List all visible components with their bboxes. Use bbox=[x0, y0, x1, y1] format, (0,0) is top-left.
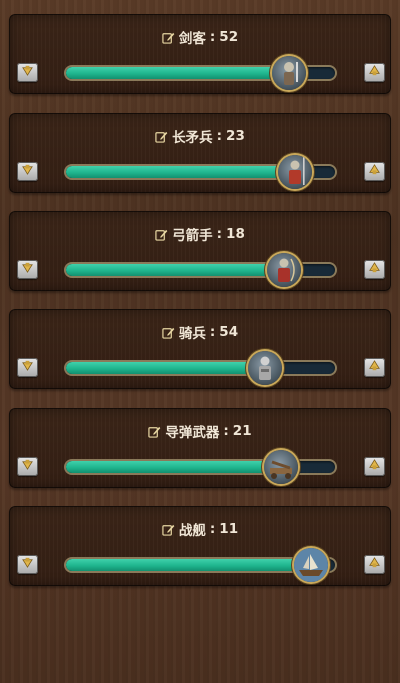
unit-slider-fill bbox=[66, 67, 290, 79]
unit-title: 骑兵:54 bbox=[9, 322, 391, 342]
unit-card: 战舰:11 bbox=[9, 506, 391, 586]
arrow-down-icon bbox=[20, 162, 35, 181]
unit-name: 骑兵 bbox=[178, 326, 206, 342]
decrease-button[interactable] bbox=[17, 555, 38, 574]
unit-title: 战舰:11 bbox=[9, 519, 391, 539]
unit-count: 54 bbox=[219, 324, 239, 340]
unit-name: 导弹武器 bbox=[165, 425, 220, 441]
unit-count: 52 bbox=[219, 29, 239, 45]
increase-button[interactable] bbox=[364, 457, 385, 476]
increase-button[interactable] bbox=[364, 260, 385, 279]
unit-title: 弓箭手:18 bbox=[9, 224, 391, 244]
unit-card: 骑兵:54 bbox=[9, 309, 391, 389]
decrease-button[interactable] bbox=[17, 260, 38, 279]
unit-separator: : bbox=[209, 324, 216, 340]
increase-button[interactable] bbox=[364, 63, 385, 82]
unit-count: 18 bbox=[226, 226, 245, 242]
edit-icon[interactable] bbox=[155, 130, 168, 143]
unit-title: 剑客:52 bbox=[9, 27, 391, 47]
unit-separator: : bbox=[209, 521, 216, 537]
arrow-up-icon bbox=[367, 162, 382, 181]
unit-slider-fill bbox=[66, 362, 266, 374]
unit-slider-fill bbox=[66, 264, 284, 276]
edit-icon[interactable] bbox=[162, 523, 175, 536]
decrease-button[interactable] bbox=[17, 457, 38, 476]
swordsman-icon[interactable] bbox=[272, 56, 307, 90]
arrow-down-icon bbox=[20, 63, 35, 82]
unit-card: 导弹武器:21 bbox=[9, 408, 391, 488]
increase-button[interactable] bbox=[364, 358, 385, 377]
arrow-down-icon bbox=[20, 358, 35, 377]
unit-count: 23 bbox=[226, 128, 245, 144]
unit-slider-track[interactable] bbox=[66, 362, 335, 374]
arrow-up-icon bbox=[367, 63, 382, 82]
cavalry-icon[interactable] bbox=[248, 351, 283, 385]
edit-icon[interactable] bbox=[148, 425, 161, 438]
edit-icon[interactable] bbox=[162, 31, 175, 44]
unit-title: 长矛兵:23 bbox=[9, 126, 391, 146]
unit-count: 21 bbox=[232, 423, 252, 439]
unit-name: 弓箭手 bbox=[172, 228, 213, 244]
unit-card: 长矛兵:23 bbox=[9, 113, 391, 193]
increase-button[interactable] bbox=[364, 555, 385, 574]
unit-separator: : bbox=[209, 29, 216, 45]
siege-weapon-icon[interactable] bbox=[264, 450, 299, 484]
unit-name: 长矛兵 bbox=[172, 130, 213, 146]
unit-count: 11 bbox=[219, 521, 239, 537]
arrow-down-icon bbox=[20, 555, 35, 574]
arrow-up-icon bbox=[367, 358, 382, 377]
arrow-up-icon bbox=[367, 555, 382, 574]
arrow-down-icon bbox=[20, 457, 35, 476]
warship-icon[interactable] bbox=[293, 548, 328, 582]
arrow-up-icon bbox=[367, 260, 382, 279]
unit-title: 导弹武器:21 bbox=[9, 421, 391, 441]
decrease-button[interactable] bbox=[17, 63, 38, 82]
decrease-button[interactable] bbox=[17, 358, 38, 377]
spearman-icon[interactable] bbox=[277, 155, 312, 189]
increase-button[interactable] bbox=[364, 162, 385, 181]
unit-card: 弓箭手:18 bbox=[9, 211, 391, 291]
unit-name: 剑客 bbox=[178, 31, 206, 47]
unit-separator: : bbox=[223, 423, 229, 439]
unit-card: 剑客:52 bbox=[9, 14, 391, 94]
unit-slider-fill bbox=[66, 166, 295, 178]
edit-icon[interactable] bbox=[155, 228, 168, 241]
arrow-down-icon bbox=[20, 260, 35, 279]
unit-slider-fill bbox=[66, 461, 282, 473]
unit-separator: : bbox=[216, 128, 223, 144]
unit-slider-fill bbox=[66, 559, 311, 571]
decrease-button[interactable] bbox=[17, 162, 38, 181]
archer-icon[interactable] bbox=[266, 253, 301, 287]
unit-separator: : bbox=[216, 226, 223, 242]
unit-name: 战舰 bbox=[178, 523, 206, 539]
arrow-up-icon bbox=[367, 457, 382, 476]
edit-icon[interactable] bbox=[162, 326, 175, 339]
